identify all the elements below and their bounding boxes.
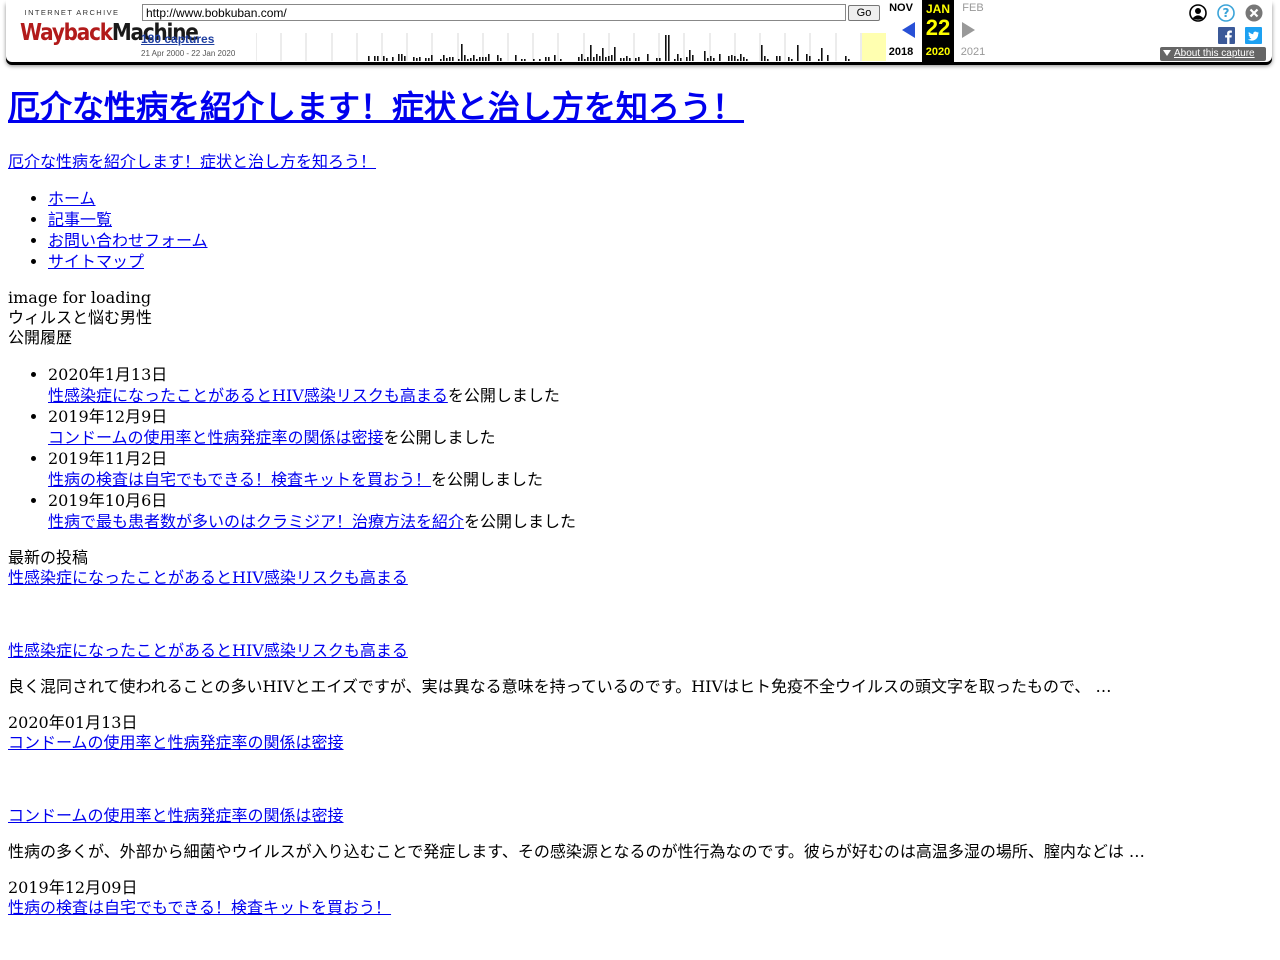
list-item: 2019年12月9日 コンドームの使用率と性病発症率の関係は密接を公開しました <box>48 406 1268 448</box>
page-content: 厄介な性病を紹介します！症状と治し方を知ろう！ 厄介な性病を紹介します！症状と治… <box>8 86 1268 918</box>
history-date: 2020年1月13日 <box>48 365 168 384</box>
history-entry: 性感染症になったことがあるとHIV感染リスクも高まるを公開しました <box>48 386 560 405</box>
current-month: JAN <box>925 2 950 16</box>
publish-history-list: 2020年1月13日 性感染症になったことがあるとHIV感染リスクも高まるを公開… <box>8 364 1268 532</box>
hero-image-broken: ウィルスと悩む男性 <box>8 308 153 327</box>
post-date: 2019年12月09日 <box>8 878 138 897</box>
nav-item-home: ホーム <box>48 188 1268 209</box>
post-card: 性感染症になったことがあるとHIV感染リスクも高まる 性感染症になったことがある… <box>8 568 1268 733</box>
history-heading: 公開履歴 <box>8 328 73 347</box>
go-button[interactable]: Go <box>848 5 880 21</box>
logo-internet-archive: INTERNET ARCHIVE <box>24 8 120 17</box>
current-day: 22 <box>925 15 951 40</box>
post-thumb-link[interactable]: 性感染症になったことがあるとHIV感染リスクも高まる <box>8 568 408 587</box>
help-icon[interactable]: ? <box>1217 4 1235 22</box>
prev-month-label[interactable]: NOV <box>884 2 918 14</box>
loading-image-broken: image for loading <box>8 288 152 307</box>
prev-year-label[interactable]: 2018 <box>884 46 918 58</box>
list-item: 2019年11月2日 性病の検査は自宅でもできる！検査キットを買おう！を公開しま… <box>48 448 1268 490</box>
history-date: 2019年11月2日 <box>48 449 168 468</box>
current-capture-date: JAN 22 2020 <box>922 0 954 62</box>
broken-images: image for loading ウィルスと悩む男性 公開履歴 <box>8 288 1268 348</box>
nav-item-sitemap: サイトマップ <box>48 251 1268 272</box>
post-thumbnail <box>8 588 1268 641</box>
current-year: 2020 <box>925 46 951 58</box>
history-date: 2019年10月6日 <box>48 491 168 510</box>
site-description-link[interactable]: 厄介な性病を紹介します！症状と治し方を知ろう！ <box>8 152 376 171</box>
nav-link-sitemap[interactable]: サイトマップ <box>48 252 144 271</box>
list-item: 2020年1月13日 性感染症になったことがあるとHIV感染リスクも高まるを公開… <box>48 364 1268 406</box>
main-nav: ホーム 記事一覧 お問い合わせフォーム サイトマップ <box>8 188 1268 272</box>
site-title: 厄介な性病を紹介します！症状と治し方を知ろう！ <box>8 86 1268 128</box>
history-post-link[interactable]: コンドームの使用率と性病発症率の関係は密接 <box>48 428 384 447</box>
history-entry: 性病の検査は自宅でもできる！検査キットを買おう！を公開しました <box>48 470 544 489</box>
post-thumbnail <box>8 753 1268 806</box>
post-card: コンドームの使用率と性病発症率の関係は密接 コンドームの使用率と性病発症率の関係… <box>8 733 1268 898</box>
next-year-label: 2021 <box>960 46 986 58</box>
post-thumb-link[interactable]: 性病の検査は自宅でもできる！検査キットを買おう！ <box>8 898 391 917</box>
twitter-share-icon[interactable] <box>1245 27 1262 44</box>
post-title-link[interactable]: コンドームの使用率と性病発症率の関係は密接 <box>8 806 344 825</box>
history-post-link[interactable]: 性病で最も患者数が多いのはクラミジア！治療方法を紹介 <box>48 512 464 531</box>
post-card: 性病の検査は自宅でもできる！検査キットを買おう！ <box>8 898 1268 918</box>
site-title-link[interactable]: 厄介な性病を紹介します！症状と治し方を知ろう！ <box>8 88 744 126</box>
wayback-logo[interactable]: INTERNET ARCHIVE WaybackMachine <box>20 8 199 50</box>
site-description: 厄介な性病を紹介します！症状と治し方を知ろう！ <box>8 152 1268 172</box>
nav-link-articles[interactable]: 記事一覧 <box>48 210 112 229</box>
nav-link-contact[interactable]: お問い合わせフォーム <box>48 231 208 250</box>
nav-link-home[interactable]: ホーム <box>48 189 96 208</box>
nav-item-articles: 記事一覧 <box>48 209 1268 230</box>
latest-heading: 最新の投稿 <box>8 548 89 567</box>
user-account-icon[interactable] <box>1189 4 1207 22</box>
prev-capture-arrow-icon[interactable] <box>902 22 915 38</box>
wayback-toolbar: INTERNET ARCHIVE WaybackMachine Go 180 c… <box>6 0 1272 62</box>
capture-date-range: 21 Apr 2000 - 22 Jan 2020 <box>141 49 236 58</box>
close-icon[interactable] <box>1245 4 1263 22</box>
history-post-link[interactable]: 性病の検査は自宅でもできる！検査キットを買おう！ <box>48 470 431 489</box>
captures-link[interactable]: 180 captures <box>141 32 214 46</box>
list-item: 2019年10月6日 性病で最も患者数が多いのはクラミジア！治療方法を紹介を公開… <box>48 490 1268 532</box>
about-capture-button[interactable]: About this capture <box>1160 47 1266 61</box>
post-date: 2020年01月13日 <box>8 713 138 732</box>
latest-posts: 最新の投稿 性感染症になったことがあるとHIV感染リスクも高まる 性感染症になっ… <box>8 548 1268 918</box>
history-entry: 性病で最も患者数が多いのはクラミジア！治療方法を紹介を公開しました <box>48 512 577 531</box>
svg-text:?: ? <box>1223 6 1230 20</box>
caret-down-icon <box>1163 50 1171 57</box>
post-thumb-link[interactable]: コンドームの使用率と性病発症率の関係は密接 <box>8 733 344 752</box>
url-input[interactable] <box>142 4 846 21</box>
post-title-link[interactable]: 性感染症になったことがあるとHIV感染リスクも高まる <box>8 641 408 660</box>
logo-wayback-machine: WaybackMachine <box>20 18 199 46</box>
post-excerpt: 良く混同されて使われることの多いHIVとエイズですが、実は異なる意味を持っている… <box>8 677 1112 696</box>
nav-item-contact: お問い合わせフォーム <box>48 230 1268 251</box>
history-post-link[interactable]: 性感染症になったことがあるとHIV感染リスクも高まる <box>48 386 448 405</box>
post-excerpt: 性病の多くが、外部から細菌やウイルスが入り込むことで発症します、その感染源となる… <box>8 842 1145 861</box>
next-month-label: FEB <box>962 2 984 14</box>
history-date: 2019年12月9日 <box>48 407 168 426</box>
facebook-share-icon[interactable] <box>1218 27 1235 44</box>
next-capture-arrow-icon <box>962 22 975 38</box>
history-entry: コンドームの使用率と性病発症率の関係は密接を公開しました <box>48 428 496 447</box>
capture-sparkline[interactable] <box>256 33 886 61</box>
